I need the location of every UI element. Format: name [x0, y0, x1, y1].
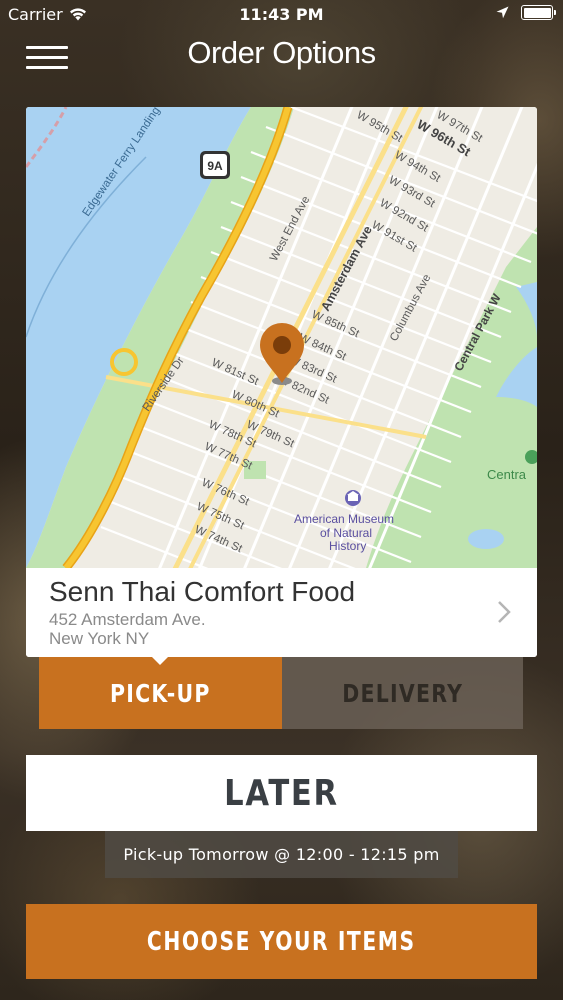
status-bar: Carrier 11:43 PM — [0, 0, 563, 30]
location-arrow-icon — [496, 6, 509, 19]
nav-header: Order Options — [0, 30, 563, 80]
store-address-line1: 452 Amsterdam Ave. — [49, 610, 206, 629]
map-label-museum-3: History — [329, 539, 366, 553]
later-button[interactable]: LATER — [26, 755, 537, 831]
store-name: Senn Thai Comfort Food — [49, 576, 356, 607]
svg-text:Centra: Centra — [487, 467, 527, 482]
map-label-museum-2: of Natural — [320, 526, 372, 540]
museum-poi-icon — [345, 490, 361, 506]
battery-icon — [521, 5, 556, 20]
tab-pickup[interactable]: PICK-UP — [39, 656, 282, 729]
svg-text:9A: 9A — [207, 159, 223, 173]
status-time: 11:43 PM — [239, 5, 324, 24]
store-info-row[interactable]: Senn Thai Comfort Food 452 Amsterdam Ave… — [26, 568, 537, 657]
chevron-right-icon — [498, 601, 511, 623]
map-label-museum-1: American Museum — [294, 512, 394, 526]
route-9a-shield-icon: 9A — [200, 151, 230, 179]
pickup-time-label: Pick-up Tomorrow @ 12:00 - 12:15 pm — [105, 831, 458, 878]
choose-items-button[interactable]: CHOOSE YOUR ITEMS — [26, 904, 537, 979]
store-map[interactable]: 9A Edgewater Ferry Landing W 97th St W 9… — [26, 107, 537, 568]
choose-items-label: CHOOSE YOUR ITEMS — [147, 926, 416, 957]
store-card: 9A Edgewater Ferry Landing W 97th St W 9… — [26, 107, 537, 657]
store-address-line2: New York NY — [49, 629, 150, 648]
tab-delivery[interactable]: DELIVERY — [282, 657, 523, 729]
later-label: LATER — [224, 772, 339, 814]
page-title: Order Options — [187, 35, 376, 70]
order-type-tabs: PICK-UP DELIVERY — [39, 656, 523, 729]
